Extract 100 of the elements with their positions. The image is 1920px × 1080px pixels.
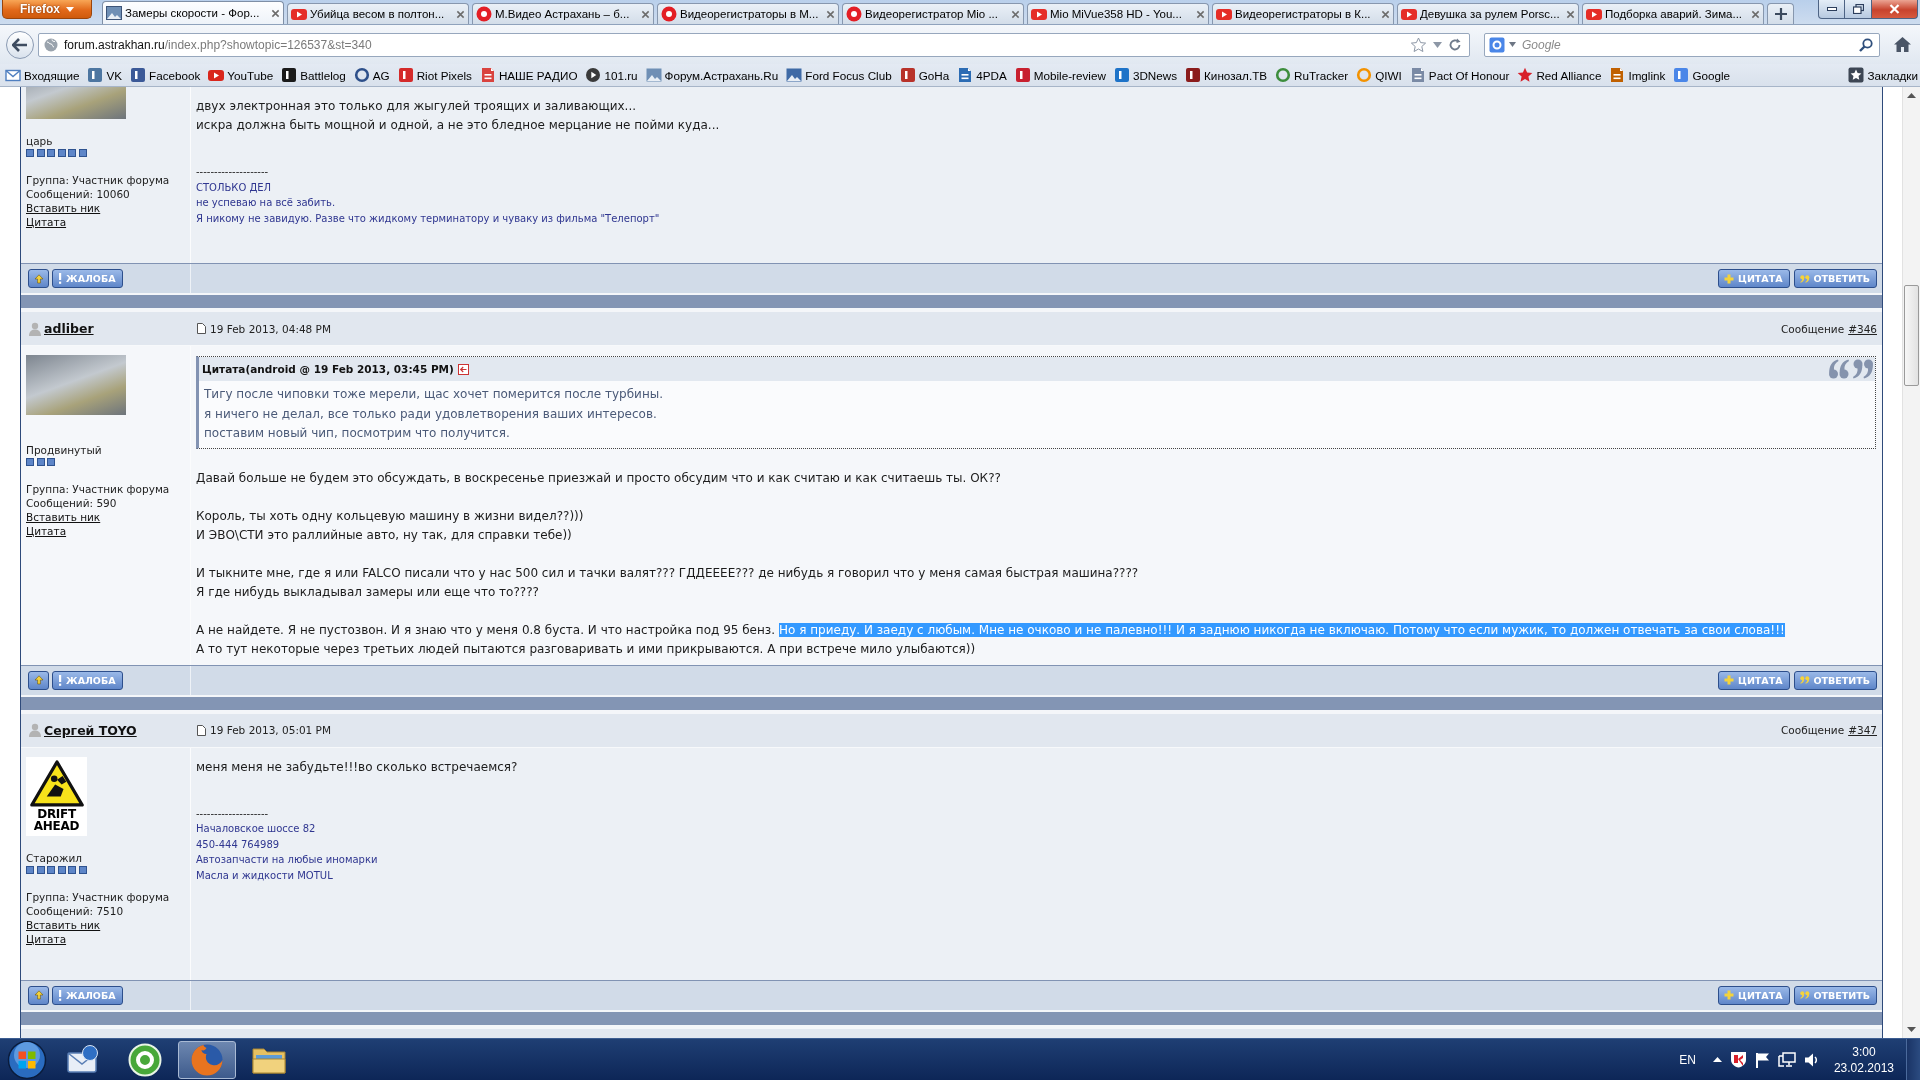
star-icon[interactable]: [1410, 36, 1427, 53]
bookmark-link[interactable]: Входящие: [5, 67, 80, 83]
post-text: меня меня не забудьте!!!во сколько встречаемся?: [196, 759, 518, 774]
scroll-down-arrow-icon[interactable]: [1907, 1027, 1916, 1032]
bookmark-link[interactable]: Red Alliance: [1517, 67, 1602, 83]
bookmarks-menu-button[interactable]: Закладки: [1848, 67, 1918, 83]
search-icon[interactable]: [1859, 37, 1873, 52]
user-action-link[interactable]: Вставить ник: [26, 201, 101, 215]
bookmark-link[interactable]: GoHa: [899, 67, 950, 83]
close-icon[interactable]: [1196, 9, 1205, 19]
browser-tab[interactable]: Подборка аварий. Зима...: [1582, 3, 1764, 24]
bookmark-link[interactable]: Google: [1673, 67, 1731, 83]
scroll-up-arrow-icon[interactable]: [1907, 93, 1916, 98]
scroll-top-button[interactable]: [28, 269, 49, 288]
triangle-icon[interactable]: [1712, 1057, 1722, 1062]
post-count: Сообщений: 7510: [26, 903, 124, 918]
close-icon[interactable]: [271, 8, 280, 18]
search-field[interactable]: Google: [1484, 32, 1880, 57]
signature-divider: --------------------: [196, 806, 269, 821]
language-indicator[interactable]: EN: [1679, 1052, 1696, 1067]
user-action-link[interactable]: Цитата: [26, 215, 67, 229]
shield-icon[interactable]: [1729, 1051, 1747, 1068]
bookmark-link[interactable]: 101.ru: [585, 67, 638, 83]
address-field[interactable]: forum.astrakhan.ru/index.php?showtopic=126537&st=340: [38, 32, 1470, 57]
scroll-top-button[interactable]: [28, 985, 49, 1005]
bookmark-link[interactable]: Pact Of Honour: [1409, 67, 1510, 83]
browser-tab[interactable]: Mio MiVue358 HD - You...: [1027, 3, 1209, 24]
browser-tab[interactable]: Видеорегистраторы в К...: [1212, 3, 1394, 24]
bookmark-link[interactable]: НАШЕ РАДИО: [479, 67, 578, 83]
close-icon[interactable]: [641, 9, 650, 19]
scrollbar[interactable]: [1902, 87, 1920, 1038]
back-button[interactable]: [6, 30, 34, 59]
search-input[interactable]: Google: [1520, 35, 1855, 54]
search-engine-icon[interactable]: [1489, 36, 1505, 53]
bookmark-link[interactable]: Mobile-review: [1014, 67, 1106, 83]
plus-icon: [1724, 990, 1735, 1000]
username-link[interactable]: Сергей TOYO: [44, 722, 137, 738]
browser-tab[interactable]: Видеорегистратор Mio ...: [842, 3, 1024, 24]
close-icon[interactable]: [1566, 9, 1575, 19]
bookmark-link[interactable]: YouTube: [208, 67, 274, 83]
bookmark-link[interactable]: Riot Pixels: [397, 67, 472, 83]
play-icon: [1031, 6, 1047, 22]
bookmark-link[interactable]: 3DNews: [1113, 67, 1178, 83]
bookmark-link[interactable]: Imglink: [1609, 67, 1666, 83]
arrow-box-icon[interactable]: [457, 363, 469, 375]
flag-icon[interactable]: [1754, 1051, 1770, 1068]
user-icon: [29, 723, 41, 737]
scroll-top-button[interactable]: [28, 670, 49, 690]
clock-date[interactable]: 23.02.2013: [1833, 1059, 1894, 1076]
close-icon[interactable]: [1011, 9, 1020, 19]
post-number-link[interactable]: #346: [1848, 322, 1877, 335]
quote-text: поставим новый чип, посмотрим что получится.: [204, 425, 510, 442]
bookmark-link[interactable]: 4PDA: [957, 67, 1007, 83]
exclamation-icon: [58, 273, 62, 284]
envelope-icon: [66, 1043, 100, 1076]
caret-icon[interactable]: [1433, 41, 1442, 48]
exclamation-icon: [58, 674, 62, 686]
browser-tab[interactable]: Девушка за рулем Porsc...: [1397, 3, 1579, 24]
close-icon[interactable]: [1381, 9, 1390, 19]
bookmark-link[interactable]: Кинозал.ТВ: [1185, 67, 1268, 83]
maximize-button[interactable]: [1845, 0, 1872, 19]
scrollbar-thumb[interactable]: [1904, 285, 1919, 386]
caret-icon[interactable]: [1509, 42, 1516, 47]
reload-icon[interactable]: [1448, 37, 1462, 52]
bookmark-link[interactable]: AG: [353, 67, 390, 83]
bookmark-link[interactable]: Форум.Астрахань.Ru: [645, 67, 779, 83]
quote-marks-icon: [1799, 676, 1810, 684]
home-icon[interactable]: [1893, 36, 1912, 53]
bookmark-link[interactable]: QIWI: [1356, 67, 1402, 83]
browser-tab[interactable]: Убийца весом в полтон...: [287, 3, 469, 24]
bookmark-link[interactable]: Ford Focus Club: [786, 67, 892, 83]
close-icon[interactable]: [826, 9, 835, 19]
clock-time[interactable]: 3:00: [1852, 1043, 1876, 1060]
username-link[interactable]: adliber: [44, 321, 94, 336]
post-text: Я где нибудь выкладывал замеры или еще что то????: [196, 584, 539, 599]
circle-icon: [476, 6, 492, 22]
browser-tab[interactable]: Видеорегистраторы в М...: [657, 3, 839, 24]
user-action-link[interactable]: Цитата: [26, 524, 67, 538]
bookmark-link[interactable]: Battlelog: [281, 67, 346, 83]
plus-icon: [1724, 273, 1735, 284]
close-button[interactable]: [1872, 0, 1918, 19]
minimize-button[interactable]: [1818, 0, 1845, 19]
close-icon[interactable]: [456, 9, 465, 19]
close-icon[interactable]: [1751, 9, 1760, 19]
signature-text: Автозапчасти на любые иномарки: [196, 853, 378, 867]
user-action-link[interactable]: Вставить ник: [26, 510, 101, 524]
signature-text: Началовское шоссе 82: [196, 822, 316, 836]
bookmark-link[interactable]: VK: [87, 67, 122, 83]
speaker-icon[interactable]: [1803, 1051, 1820, 1068]
browser-tab[interactable]: М.Видео Астрахань – б...: [472, 3, 654, 24]
bookmark-link[interactable]: Facebook: [130, 67, 201, 83]
user-action-link[interactable]: Цитата: [26, 931, 67, 946]
monitor-icon[interactable]: [1777, 1051, 1796, 1068]
warning-sign-icon: [28, 758, 85, 808]
user-action-link[interactable]: Вставить ник: [26, 917, 101, 932]
browser-tab[interactable]: Замеры скорости - Фор...: [102, 1, 284, 24]
new-tab-button[interactable]: [1767, 3, 1794, 24]
post-text: И ЭВО\СТИ это раллийные авто, ну так, для справки тебе)): [196, 527, 572, 542]
bookmark-link[interactable]: RuTracker: [1275, 67, 1349, 83]
post-number-link[interactable]: #347: [1848, 724, 1877, 736]
